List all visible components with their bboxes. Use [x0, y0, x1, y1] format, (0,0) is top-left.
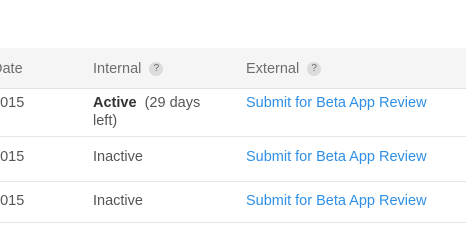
table-row: 2015 Inactive Submit for Beta App Review: [0, 182, 466, 223]
submit-beta-review-link[interactable]: Submit for Beta App Review: [246, 94, 427, 112]
submit-beta-review-link[interactable]: Submit for Beta App Review: [246, 192, 427, 210]
table-row: 2015 Active (29 days left) Submit for Be…: [0, 88, 466, 137]
submit-beta-review-link[interactable]: Submit for Beta App Review: [246, 148, 427, 166]
table-header: Date Internal ? External ?: [0, 48, 466, 89]
internal-status-label: Active: [93, 95, 137, 111]
column-header-date: Date: [0, 60, 23, 78]
internal-status: Active (29 days left): [93, 94, 213, 130]
row-date: 2015: [0, 149, 25, 165]
internal-status-label: Inactive: [93, 193, 143, 209]
internal-status-label: Inactive: [93, 149, 143, 165]
column-header-internal-label: Internal: [93, 61, 142, 77]
row-date: 2015: [0, 193, 25, 209]
external-help-icon[interactable]: ?: [307, 62, 322, 76]
table-row: 2015 Inactive Submit for Beta App Review: [0, 137, 466, 182]
column-header-external-label: External: [246, 61, 300, 77]
internal-help-icon[interactable]: ?: [149, 62, 164, 76]
column-header-date-label: Date: [0, 61, 23, 77]
column-header-external: External ?: [246, 60, 322, 78]
builds-table: Date Internal ? External ? 2015 Active (…: [0, 0, 466, 243]
row-date: 2015: [0, 95, 25, 111]
column-header-internal: Internal ?: [93, 60, 164, 78]
